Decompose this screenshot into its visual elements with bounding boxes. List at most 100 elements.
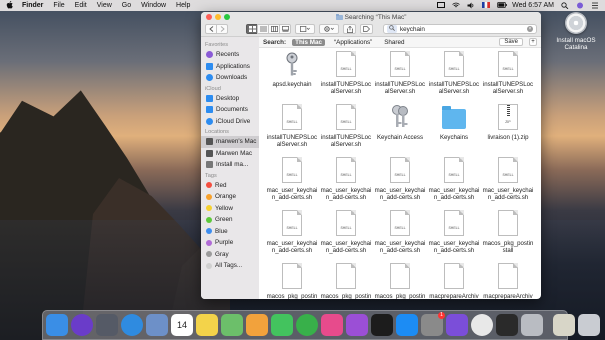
file-item[interactable]: apsd.keychain xyxy=(265,51,319,104)
menu-window[interactable]: Window xyxy=(141,2,166,9)
minimize-window-button[interactable] xyxy=(215,14,221,20)
dock-photos-icon[interactable] xyxy=(246,314,268,336)
file-item[interactable]: SHELL mac_user_keychain_add-certs.sh xyxy=(373,210,427,263)
screen-mirroring-icon[interactable] xyxy=(437,2,446,9)
search-token[interactable] xyxy=(387,25,397,33)
sidebar-tag-red[interactable]: Red xyxy=(201,180,259,192)
tags-button[interactable] xyxy=(360,24,373,34)
sidebar-item-marwen-s-mac[interactable]: marwen's Mac xyxy=(201,136,259,148)
menu-edit[interactable]: Edit xyxy=(75,2,87,9)
file-item[interactable]: SHELL mac_user_keychain_add-certs.sh xyxy=(427,157,481,210)
search-input[interactable]: keychain xyxy=(400,26,425,33)
sidebar-item-applications[interactable]: Applications xyxy=(201,61,259,73)
menu-view[interactable]: View xyxy=(97,2,112,9)
file-item[interactable]: macprepareArchiveForMojaveUpdate xyxy=(481,263,535,299)
dock-system-preferences-icon[interactable]: 1 xyxy=(421,312,445,336)
file-item[interactable]: SHELL mac_user_keychain_add-certs.sh xyxy=(427,210,481,263)
dock-app-store-icon[interactable] xyxy=(396,314,418,336)
search-field[interactable]: keychain × xyxy=(383,24,537,34)
scope-applications[interactable]: “Applications” xyxy=(331,39,375,46)
file-item[interactable]: macos_pkg_postinstall xyxy=(373,263,427,299)
battery-icon[interactable] xyxy=(497,2,507,9)
add-criteria-button[interactable]: + xyxy=(529,38,537,46)
volume-icon[interactable] xyxy=(467,2,475,9)
dock-apple-tv-icon[interactable] xyxy=(371,314,393,336)
dock-trash-icon[interactable] xyxy=(578,314,600,336)
dock-calendar-icon[interactable]: 14 xyxy=(171,314,193,336)
menu-app-name[interactable]: Finder xyxy=(22,2,43,9)
sidebar-item-downloads[interactable]: Downloads xyxy=(201,72,259,84)
scope-shared[interactable]: Shared xyxy=(381,39,407,46)
gallery-view-button[interactable] xyxy=(279,24,291,34)
notification-center-icon[interactable] xyxy=(591,2,599,9)
desktop-icon-install-macos[interactable]: Install macOS Catalina xyxy=(553,12,599,51)
dock-itunes-icon[interactable] xyxy=(321,314,343,336)
sidebar-tag-gray[interactable]: Gray xyxy=(201,249,259,261)
file-item[interactable]: SHELL installTUNEPSLocalServer.sh xyxy=(265,104,319,157)
scope-this-mac[interactable]: This Mac xyxy=(292,38,326,46)
file-item[interactable]: SHELL mac_user_keychain_add-certs.sh xyxy=(373,157,427,210)
file-item[interactable]: SHELL installTUNEPSLocalServer.sh xyxy=(319,104,373,157)
dock-safari-icon[interactable] xyxy=(121,314,143,336)
dock-preview-icon[interactable] xyxy=(146,314,168,336)
file-item[interactable]: SHELL mac_user_keychain_add-certs.sh xyxy=(265,210,319,263)
spotlight-icon[interactable] xyxy=(561,2,569,10)
sidebar-tag-all-tags[interactable]: All Tags... xyxy=(201,260,259,272)
sidebar-item-desktop[interactable]: Desktop xyxy=(201,93,259,105)
file-item[interactable]: SHELL mac_user_keychain_add-certs.sh xyxy=(319,210,373,263)
zoom-window-button[interactable] xyxy=(224,14,230,20)
file-item[interactable]: ZIP livraison (1).zip xyxy=(481,104,535,157)
apple-menu-icon[interactable] xyxy=(6,0,14,11)
window-titlebar[interactable]: Searching “This Mac” xyxy=(201,12,541,22)
menu-help[interactable]: Help xyxy=(176,2,190,9)
dock-terminal-icon[interactable] xyxy=(496,314,518,336)
file-item[interactable]: SHELL mac_user_keychain_add-certs.sh xyxy=(481,157,535,210)
file-item[interactable]: macos_pkg_postinstall xyxy=(319,263,373,299)
sidebar-item-documents[interactable]: Documents xyxy=(201,104,259,116)
file-item[interactable]: macos_pkg_postinstall xyxy=(481,210,535,263)
dock-podcasts-icon[interactable] xyxy=(346,314,368,336)
file-item[interactable]: macprepareArchiveForMojaveUpdate xyxy=(427,263,481,299)
sidebar-tag-yellow[interactable]: Yellow xyxy=(201,203,259,215)
forward-button[interactable] xyxy=(216,24,228,34)
file-item[interactable]: Keychains xyxy=(427,104,481,157)
action-gear-button[interactable] xyxy=(319,24,339,34)
dock-downloads-stack-icon[interactable] xyxy=(553,314,575,336)
file-item[interactable]: SHELL mac_user_keychain_add-certs.sh xyxy=(265,157,319,210)
sidebar-item-icloud-drive[interactable]: iCloud Drive xyxy=(201,116,259,128)
file-item[interactable]: macos_pkg_postinstall xyxy=(265,263,319,299)
dock-chrome-icon[interactable] xyxy=(471,314,493,336)
sidebar-tag-green[interactable]: Green xyxy=(201,214,259,226)
file-item[interactable]: SHELL installTUNEPSLocalServer.sh xyxy=(427,51,481,104)
save-search-button[interactable]: Save xyxy=(499,38,523,46)
sidebar-tag-blue[interactable]: Blue xyxy=(201,226,259,238)
dock-launchpad-icon[interactable] xyxy=(96,314,118,336)
dock-siri-icon[interactable] xyxy=(71,314,93,336)
dock-maps-icon[interactable] xyxy=(221,314,243,336)
group-by-button[interactable] xyxy=(295,24,315,34)
dock-notes-icon[interactable] xyxy=(196,314,218,336)
close-window-button[interactable] xyxy=(206,14,212,20)
share-button[interactable] xyxy=(343,24,356,34)
sidebar-item-install-ma[interactable]: Install ma... xyxy=(201,159,259,171)
file-item[interactable]: Keychain Access xyxy=(373,104,427,157)
input-source-flag-icon[interactable] xyxy=(482,2,491,9)
sidebar-item-recents[interactable]: Recents xyxy=(201,49,259,61)
siri-icon[interactable] xyxy=(576,2,584,9)
dock-finder-icon[interactable] xyxy=(46,314,68,336)
file-item[interactable]: SHELL installTUNEPSLocalServer.sh xyxy=(481,51,535,104)
dock-keychain-access-icon[interactable] xyxy=(521,314,543,336)
file-item[interactable]: SHELL installTUNEPSLocalServer.sh xyxy=(319,51,373,104)
dock-feedback-assistant-icon[interactable] xyxy=(446,314,468,336)
file-item[interactable]: SHELL installTUNEPSLocalServer.sh xyxy=(373,51,427,104)
dock-messages-icon[interactable] xyxy=(271,314,293,336)
dock-facetime-icon[interactable] xyxy=(296,314,318,336)
menu-go[interactable]: Go xyxy=(122,2,131,9)
file-item[interactable]: SHELL mac_user_keychain_add-certs.sh xyxy=(319,157,373,210)
clear-search-icon[interactable]: × xyxy=(527,26,533,32)
sidebar-tag-orange[interactable]: Orange xyxy=(201,191,259,203)
sidebar-tag-purple[interactable]: Purple xyxy=(201,237,259,249)
wifi-icon[interactable] xyxy=(452,2,460,9)
menu-clock[interactable]: Wed 6:57 AM xyxy=(512,2,554,9)
sidebar-item-marwen-mac[interactable]: Marwen Mac xyxy=(201,148,259,160)
